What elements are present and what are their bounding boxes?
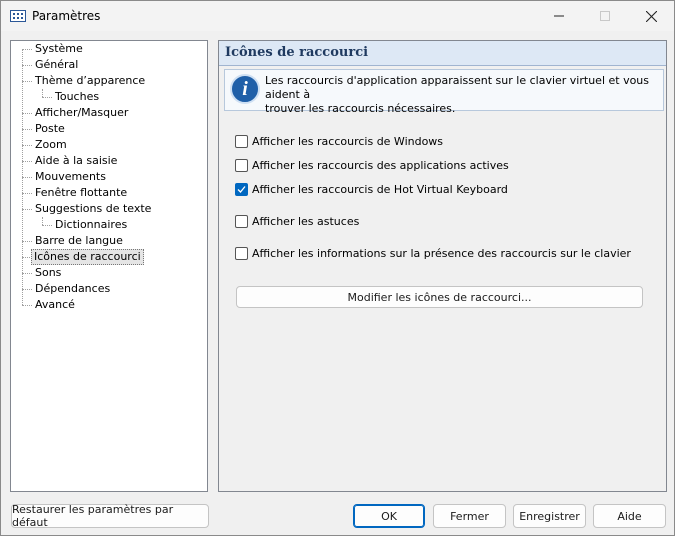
checkbox-tips[interactable]: Afficher les astuces bbox=[235, 213, 359, 229]
tree-connector bbox=[22, 145, 32, 146]
info-text: Les raccourcis d'application apparaissen… bbox=[265, 74, 660, 116]
tree-item-fenetre-flottante[interactable]: Fenêtre flottante bbox=[33, 185, 129, 201]
tree-item-general[interactable]: Général bbox=[33, 57, 80, 73]
panel-title: Icônes de raccourci bbox=[225, 45, 369, 60]
tree-branch-line bbox=[42, 217, 43, 225]
settings-tree[interactable]: Système Général Thème d’apparence Touche… bbox=[10, 40, 208, 492]
tree-item-mouvements[interactable]: Mouvements bbox=[33, 169, 108, 185]
tree-connector bbox=[22, 129, 32, 130]
checkbox-windows-shortcuts[interactable]: Afficher les raccourcis de Windows bbox=[235, 133, 443, 149]
settings-panel: Icônes de raccourci i Les raccourcis d'a… bbox=[218, 40, 667, 492]
ok-button[interactable]: OK bbox=[353, 504, 425, 528]
tree-item-theme[interactable]: Thème d’apparence bbox=[33, 73, 147, 89]
tree-branch-line bbox=[42, 89, 43, 97]
info-text-line: trouver les raccourcis nécessaires. bbox=[265, 102, 456, 115]
settings-window: Paramètres Système Général Thème d’appar… bbox=[0, 0, 675, 536]
tree-connector bbox=[42, 225, 52, 226]
maximize-icon bbox=[600, 11, 610, 21]
tree-item-zoom[interactable]: Zoom bbox=[33, 137, 69, 153]
close-window-button[interactable] bbox=[628, 1, 674, 31]
panel-header: Icônes de raccourci bbox=[219, 41, 666, 66]
tree-connector bbox=[22, 113, 32, 114]
tree-item-afficher-masquer[interactable]: Afficher/Masquer bbox=[33, 105, 130, 121]
checkbox[interactable] bbox=[235, 134, 248, 148]
restore-defaults-button[interactable]: Restaurer les paramètres par défaut bbox=[11, 503, 209, 529]
close-icon bbox=[645, 10, 657, 22]
tree-connector bbox=[22, 209, 32, 210]
tree-connector bbox=[22, 289, 32, 290]
close-button[interactable]: Fermer bbox=[433, 504, 506, 528]
modify-shortcut-icons-button[interactable]: Modifier les icônes de raccourci... bbox=[236, 286, 643, 308]
minimize-button[interactable] bbox=[536, 1, 582, 31]
title-bar: Paramètres bbox=[1, 1, 674, 31]
tree-item-icones-raccourci[interactable]: Icônes de raccourci bbox=[31, 249, 144, 265]
window-title: Paramètres bbox=[32, 9, 101, 23]
checkbox[interactable] bbox=[235, 246, 248, 260]
checkbox-label: Afficher les informations sur la présenc… bbox=[252, 246, 631, 260]
tree-item-barre-langue[interactable]: Barre de langue bbox=[33, 233, 125, 249]
tree-item-dictionnaires[interactable]: Dictionnaires bbox=[53, 217, 129, 233]
checkbox-label: Afficher les raccourcis de Hot Virtual K… bbox=[252, 182, 508, 196]
keyboard-icon bbox=[10, 10, 26, 22]
tree-connector bbox=[22, 305, 32, 306]
tree-connector bbox=[22, 177, 32, 178]
tree-item-aide-saisie[interactable]: Aide à la saisie bbox=[33, 153, 119, 169]
checkbox-active-app-shortcuts[interactable]: Afficher les raccourcis des applications… bbox=[235, 157, 509, 173]
minimize-icon bbox=[554, 15, 564, 17]
maximize-button[interactable] bbox=[582, 1, 628, 31]
info-text-line: Les raccourcis d'application apparaissen… bbox=[265, 74, 650, 101]
tree-connector bbox=[22, 161, 32, 162]
tree-item-touches[interactable]: Touches bbox=[53, 89, 101, 105]
save-button[interactable]: Enregistrer bbox=[513, 504, 586, 528]
checkbox-label: Afficher les raccourcis de Windows bbox=[252, 134, 444, 148]
checkbox-hvk-shortcuts[interactable]: Afficher les raccourcis de Hot Virtual K… bbox=[235, 181, 508, 197]
tree-item-avance[interactable]: Avancé bbox=[33, 297, 77, 313]
tree-connector bbox=[22, 273, 32, 274]
tree-item-dependances[interactable]: Dépendances bbox=[33, 281, 112, 297]
tree-item-suggestions[interactable]: Suggestions de texte bbox=[33, 201, 153, 217]
tree-connector bbox=[42, 97, 52, 98]
checkbox-label: Afficher les raccourcis des applications… bbox=[252, 158, 509, 172]
tree-connector bbox=[22, 241, 32, 242]
checkbox[interactable] bbox=[235, 214, 248, 228]
tree-item-poste[interactable]: Poste bbox=[33, 121, 67, 137]
checkmark-icon bbox=[237, 185, 246, 193]
tree-connector bbox=[22, 65, 32, 66]
checkbox[interactable] bbox=[235, 158, 248, 172]
checkbox-checked[interactable] bbox=[235, 182, 248, 196]
tree-connector bbox=[22, 49, 32, 50]
tree-connector bbox=[22, 193, 32, 194]
checkbox-shortcut-presence-info[interactable]: Afficher les informations sur la présenc… bbox=[235, 245, 631, 261]
help-button[interactable]: Aide bbox=[593, 504, 666, 528]
tree-item-sons[interactable]: Sons bbox=[33, 265, 63, 281]
info-icon: i bbox=[230, 74, 260, 104]
tree-connector bbox=[22, 81, 32, 82]
tree-item-systeme[interactable]: Système bbox=[33, 41, 85, 57]
checkbox-label: Afficher les astuces bbox=[252, 214, 360, 228]
info-box: i Les raccourcis d'application apparaiss… bbox=[224, 69, 664, 115]
